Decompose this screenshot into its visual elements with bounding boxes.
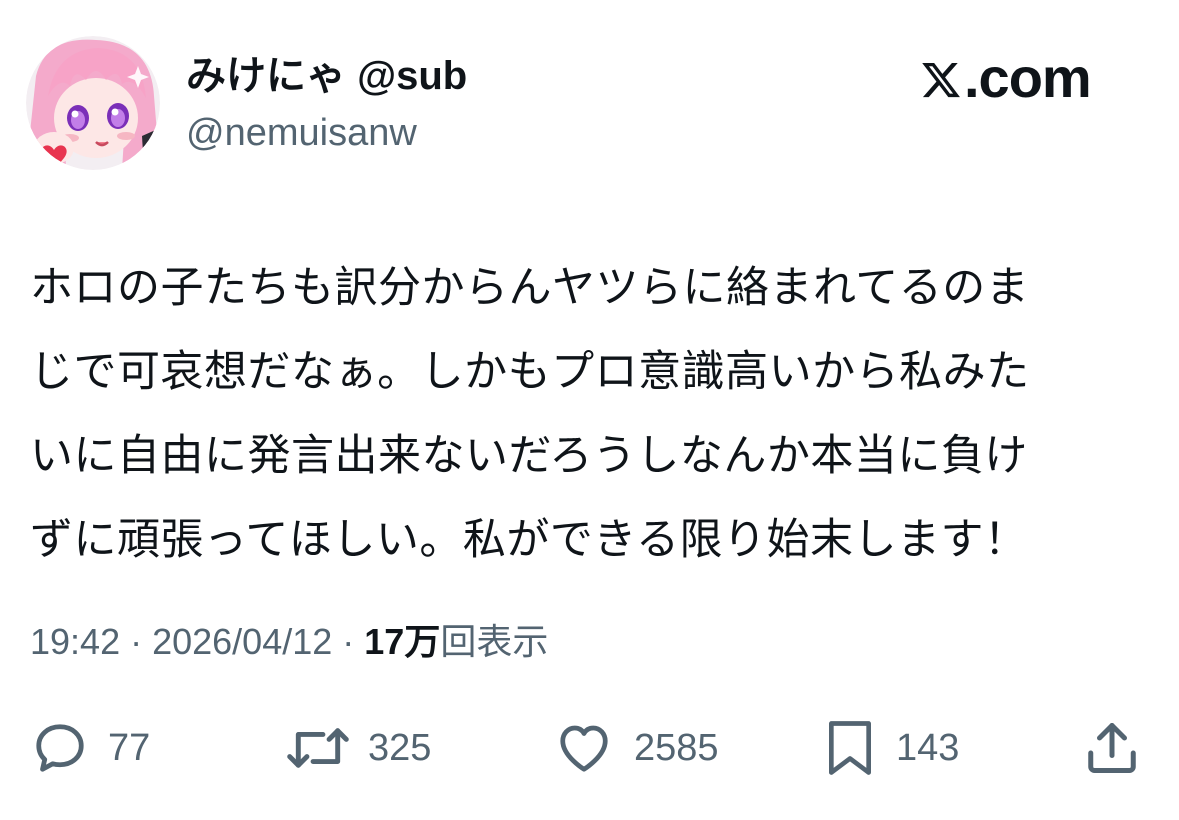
meta-separator: ·: [120, 621, 153, 662]
tweet-text-line: ホロの子たちも訳分からんヤツらに絡まれてるのま: [30, 263, 1030, 313]
repost-button[interactable]: 325: [286, 716, 431, 780]
reply-button[interactable]: 77: [30, 716, 150, 780]
anime-avatar-icon: [26, 36, 160, 170]
tweet-text: ホロの子たちも訳分からんヤツらに絡まれてるのま じで可哀想だなぁ。しかもプロ意識…: [30, 246, 1145, 582]
author-display-name[interactable]: みけにゃ @sub: [186, 52, 467, 100]
author-handle[interactable]: @nemuisanw: [186, 110, 417, 156]
heart-icon: [560, 725, 608, 772]
tweet-time[interactable]: 19:42: [30, 621, 120, 662]
bookmark-count: 143: [896, 726, 960, 769]
tweet-text-line: じで可哀想だなぁ。しかもプロ意識高いから私みた: [30, 347, 1030, 397]
author-avatar[interactable]: [26, 36, 160, 170]
repost-icon: [287, 728, 349, 768]
x-logo-icon: [922, 62, 960, 98]
meta-separator: ·: [332, 621, 365, 662]
bookmark-button[interactable]: 143: [822, 716, 959, 780]
brand-label: .com: [964, 46, 1092, 109]
tweet-meta: 19:42 · 2026/04/12 · 17万回表示: [30, 618, 548, 666]
tweet-text-line: いに自由に発言出来ないだろうしなんか本当に負け: [30, 431, 1028, 481]
views-count: 17万: [364, 621, 441, 662]
x-com-brand: .com: [920, 46, 1092, 110]
tweet-text-line: ずに頑張ってほしい。私ができる限り始末します！: [30, 515, 1028, 565]
views-label: 回表示: [440, 621, 549, 662]
bookmark-icon: [829, 721, 871, 775]
repost-count: 325: [368, 726, 432, 769]
like-count: 2585: [634, 726, 719, 769]
reply-count: 77: [108, 726, 151, 769]
reply-icon: [36, 724, 84, 772]
action-bar: 77 325 2585 143: [0, 716, 1179, 780]
share-icon: [1088, 723, 1136, 773]
share-button[interactable]: [1082, 716, 1142, 780]
like-button[interactable]: 2585: [552, 716, 719, 780]
tweet-date[interactable]: 2026/04/12: [152, 621, 332, 662]
